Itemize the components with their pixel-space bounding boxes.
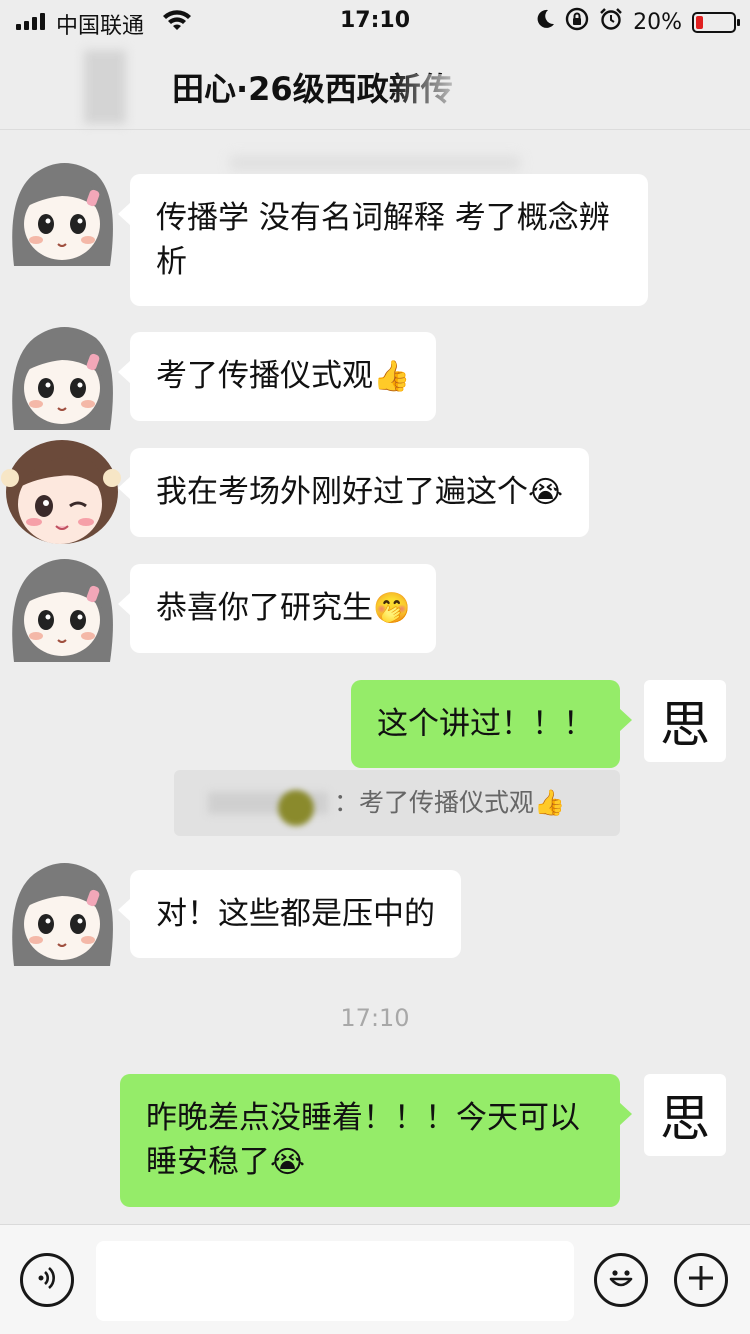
header-blur — [230, 156, 520, 170]
message-text: 这个讲过！！！ — [377, 706, 594, 742]
moon-icon — [535, 8, 555, 36]
message-bubble-self[interactable]: 这个讲过！！！ — [351, 680, 632, 768]
avatar-girl[interactable] — [0, 432, 126, 550]
message-bubble[interactable]: 恭喜你了研究生🤭 — [117, 564, 437, 653]
avatar-self[interactable]: 思 — [644, 680, 726, 762]
avatar-char: 思 — [660, 696, 710, 754]
status-bar: 中国联通 17:10 20% — [0, 0, 750, 44]
battery-percent: 20% — [633, 9, 682, 35]
crying-emoji: 😭 — [270, 1145, 306, 1180]
message-text: 我在考场外刚好过了遍这个 — [156, 474, 528, 510]
back-button[interactable] — [84, 50, 126, 124]
voice-button[interactable] — [20, 1253, 74, 1307]
avatar-tianxin[interactable] — [4, 320, 120, 436]
input-bar — [0, 1224, 750, 1334]
emoji-icon — [604, 1261, 638, 1299]
quoted-text: ：考了传播仪式观 — [334, 788, 535, 817]
message-input[interactable] — [96, 1241, 574, 1321]
message-bubble[interactable]: 对！这些都是压中的 — [118, 870, 461, 958]
message-bubble[interactable]: 传播学 没有名词解释 考了概念辨析 — [118, 174, 648, 306]
thumbs-up-emoji: 👍 — [534, 788, 566, 817]
message-bubble-self[interactable]: 昨晚差点没睡着！！！今天可以睡安稳了😭 — [120, 1074, 632, 1207]
avatar-tianxin[interactable] — [4, 856, 120, 972]
avatar-tianxin[interactable] — [4, 156, 120, 272]
plus-icon — [686, 1263, 716, 1297]
thumbs-up-emoji: 👍 — [373, 359, 411, 394]
message-text: 考了传播仪式观 — [156, 358, 373, 394]
alarm-icon — [599, 7, 623, 37]
title-fade — [390, 74, 540, 104]
battery-icon — [692, 11, 740, 33]
message-text: 恭喜你了研究生 — [156, 590, 373, 626]
crying-emoji: 😭 — [528, 475, 564, 510]
voice-icon — [33, 1264, 61, 1296]
avatar-char: 思 — [660, 1090, 710, 1148]
quoted-message[interactable]: ：考了传播仪式观👍 — [174, 770, 620, 836]
emoji-button[interactable] — [594, 1253, 648, 1307]
avatar-tianxin[interactable] — [4, 552, 120, 668]
message-text: 对！这些都是压中的 — [156, 896, 435, 932]
battery-level — [696, 15, 703, 29]
message-text: 传播学 没有名词解释 考了概念辨析 — [156, 200, 610, 280]
rotation-lock-icon — [565, 7, 589, 37]
chat-header: 田心·26级西政新传 — [0, 44, 750, 170]
timestamp: 17:10 — [340, 1004, 410, 1032]
message-bubble[interactable]: 我在考场外刚好过了遍这个😭 — [117, 448, 590, 537]
more-button[interactable] — [674, 1253, 728, 1307]
message-bubble[interactable]: 考了传播仪式观👍 — [117, 332, 437, 421]
avatar-self[interactable]: 思 — [644, 1074, 726, 1156]
message-text: 昨晚差点没睡着！！！今天可以睡安稳了 — [146, 1100, 580, 1180]
hand-over-mouth-emoji: 🤭 — [373, 591, 411, 626]
quoted-sender-avatar-blur — [278, 790, 314, 826]
